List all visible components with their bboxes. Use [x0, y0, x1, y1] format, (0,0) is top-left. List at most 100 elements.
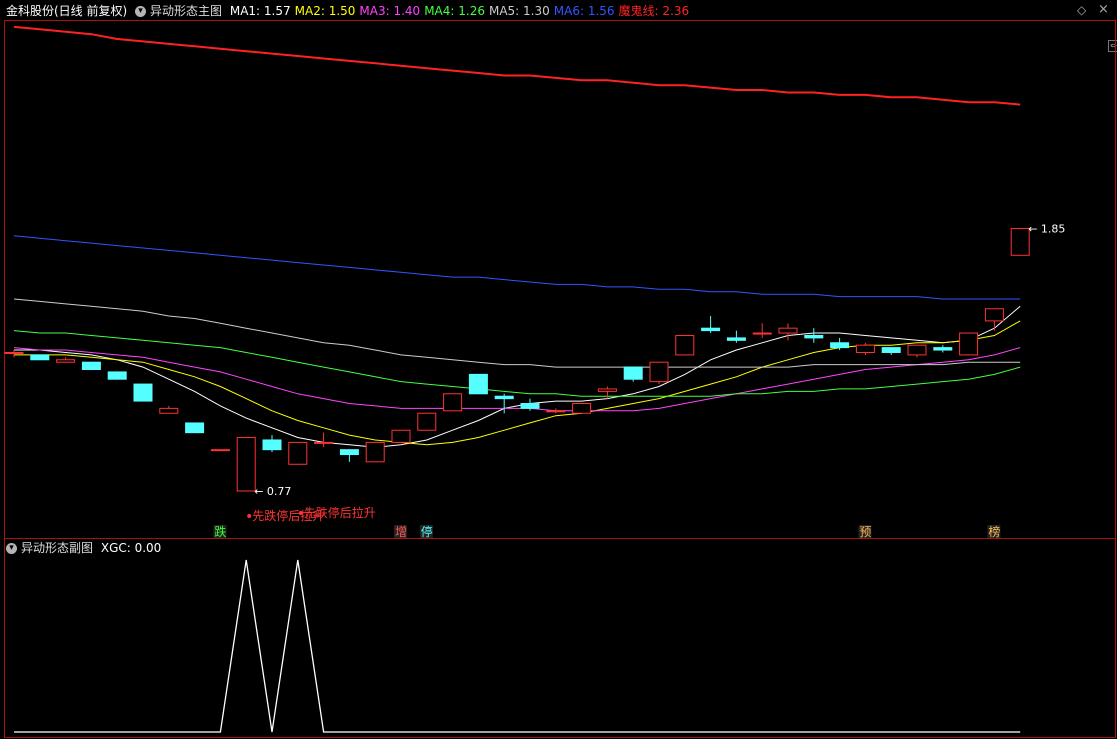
candle-body — [443, 393, 463, 412]
signal-label: 增 — [395, 525, 407, 539]
candle — [1010, 228, 1030, 256]
signal-label: 预 — [859, 525, 871, 539]
signal-label: 跌 — [214, 524, 226, 539]
candle — [623, 366, 643, 382]
candle-body — [855, 344, 875, 353]
candle-body — [417, 412, 437, 431]
candle-body — [752, 332, 772, 335]
candle-body — [30, 354, 50, 361]
candle-body — [649, 361, 669, 383]
moving-averages — [13, 25, 1021, 448]
candle-body — [726, 337, 746, 341]
outer-border — [4, 20, 1116, 738]
candle — [546, 408, 566, 414]
annotation-text: 先跌停后拉升 — [304, 505, 376, 520]
candle — [30, 354, 50, 361]
ma-line-MA4 — [13, 330, 1021, 397]
signal-label: 榜 — [988, 524, 1000, 539]
chart-canvas[interactable]: ← 0.77 ← 1.85 先跌停后拉升先跌停后拉升跌 增停 预 榜 — [0, 0, 1117, 739]
candle-body — [597, 388, 617, 392]
candle — [443, 393, 463, 412]
candle — [210, 449, 230, 452]
candle — [288, 441, 308, 465]
candle-body — [185, 422, 205, 434]
candle — [675, 334, 695, 356]
candle — [959, 332, 979, 356]
candle — [468, 373, 488, 395]
candle — [417, 412, 437, 431]
candle-body — [365, 441, 385, 463]
candle-body — [210, 449, 230, 452]
price-label: ← 1.85 — [1028, 223, 1065, 236]
candle — [236, 437, 256, 492]
ma-line-魔鬼线 — [13, 25, 1021, 106]
candle-body — [830, 342, 850, 349]
candle-body — [236, 437, 256, 492]
candle — [701, 316, 721, 334]
candle — [804, 328, 824, 343]
candle-body — [159, 407, 179, 414]
price-label: ← 0.77 — [254, 485, 291, 498]
candle-body — [81, 361, 101, 370]
candle — [107, 371, 127, 380]
candle — [572, 403, 592, 414]
candle-body — [262, 439, 282, 451]
xgc-line — [14, 559, 1021, 733]
candle-body — [494, 395, 514, 400]
ma-line-MA6 — [13, 235, 1021, 300]
candle — [262, 435, 282, 453]
annotation-dot — [298, 511, 303, 515]
xgc-series — [14, 559, 1021, 733]
candle-body — [56, 359, 76, 363]
candle-body — [933, 347, 953, 351]
annotation-dot — [247, 514, 252, 518]
candle-body — [4, 351, 24, 354]
candle-body — [133, 383, 153, 402]
candle-body — [701, 327, 721, 332]
candle — [159, 405, 179, 414]
candle-body — [675, 334, 695, 356]
candle-body — [339, 449, 359, 456]
candle — [56, 357, 76, 363]
candle-body — [1010, 228, 1030, 256]
candle — [314, 432, 334, 448]
candle-body — [572, 403, 592, 414]
candle-body — [907, 344, 927, 356]
candle — [597, 386, 617, 399]
ma-line-MA3 — [13, 347, 1021, 412]
candle-body — [778, 327, 798, 334]
candle — [339, 449, 359, 462]
candle-body — [520, 403, 540, 409]
candle-body — [984, 308, 1004, 322]
candle — [907, 344, 927, 358]
candle-body — [468, 373, 488, 395]
annotations: 先跌停后拉升先跌停后拉升 — [247, 505, 376, 523]
candle — [752, 323, 772, 338]
candle — [984, 308, 1004, 331]
candle-body — [546, 410, 566, 413]
candle — [4, 350, 24, 358]
candle — [881, 347, 901, 355]
candle — [81, 361, 101, 370]
candle — [494, 393, 514, 414]
candle-body — [107, 371, 127, 380]
signal-label: 停 — [421, 524, 433, 539]
chart-window: 金科股份(日线 前复权) ▾ 异动形态主图 MA1: 1.57 MA2: 1.50 M… — [0, 0, 1117, 739]
candle-body — [391, 429, 411, 443]
candle — [365, 441, 385, 463]
candle — [649, 361, 669, 385]
candle-body — [314, 441, 334, 444]
candle — [726, 330, 746, 343]
candle — [933, 345, 953, 353]
candle — [133, 383, 153, 402]
candle — [830, 337, 850, 351]
candle — [185, 422, 205, 434]
candle-body — [881, 347, 901, 353]
ma-line-MA5 — [13, 298, 1021, 368]
chart-frame — [4, 20, 1116, 738]
candle-body — [959, 332, 979, 356]
candle-body — [804, 334, 824, 339]
signals: 跌 增停 预 榜 — [213, 524, 1000, 539]
ma-line-MA2 — [14, 320, 1021, 446]
candle-body — [623, 366, 643, 380]
